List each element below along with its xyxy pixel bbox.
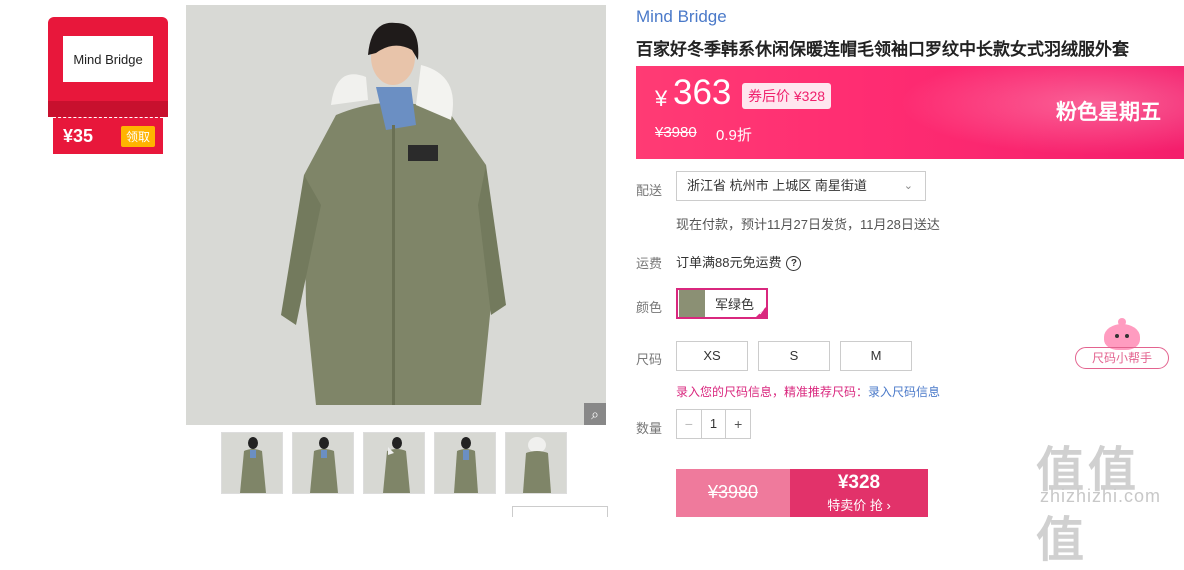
address-value: 浙江省 杭州市 上城区 南星街道 <box>687 178 867 193</box>
event-title: 粉色星期五 <box>1056 101 1161 124</box>
thumbnail[interactable] <box>505 432 567 494</box>
buy-label: 特卖价 抢 › <box>827 498 891 513</box>
original-price-block: ¥3980 <box>676 469 790 517</box>
size-helper-button[interactable]: 尺码小帮手 <box>1075 347 1169 369</box>
quantity-label: 数量 <box>636 421 663 436</box>
enter-size-link[interactable]: 录入尺码信息 <box>868 385 940 399</box>
delivery-estimate: 现在付款，预计11月27日发货，11月28日送达 <box>676 217 940 232</box>
buy-now-button[interactable]: ¥328 特卖价 抢 › <box>790 469 928 517</box>
thumbnail-strip <box>221 432 567 494</box>
delivery-label: 配送 <box>636 183 663 198</box>
discount-rate: 0.9折 <box>716 127 752 144</box>
claim-coupon-button[interactable]: 领取 <box>120 125 155 147</box>
thumbnail[interactable] <box>221 432 283 494</box>
address-select[interactable]: 浙江省 杭州市 上城区 南星街道 ⌄ <box>676 171 926 201</box>
increase-button[interactable]: + <box>726 410 750 438</box>
check-glyph: ✓ <box>758 307 766 317</box>
size-option-m[interactable]: M <box>840 341 912 371</box>
product-main-image[interactable]: ⌕ <box>186 5 606 425</box>
thumbnail[interactable] <box>292 432 354 494</box>
coupon-price-badge: 券后价 ¥328 <box>742 83 832 109</box>
current-price: 363 <box>673 73 732 112</box>
thumbnail[interactable] <box>434 432 496 494</box>
price-banner: ¥ 363 券后价 ¥328 ¥3980 0.9折 粉色星期五 <box>636 66 1184 159</box>
brand-link[interactable]: Mind Bridge <box>636 7 727 27</box>
decrease-button[interactable]: − <box>677 410 701 438</box>
color-option-army-green[interactable]: 军绿色 ✓ <box>676 288 768 319</box>
coupon-fold <box>48 101 168 117</box>
size-label: 尺码 <box>636 352 663 367</box>
buy-original-price: ¥3980 <box>707 482 759 502</box>
color-label: 颜色 <box>636 300 663 315</box>
original-price: ¥3980 <box>655 124 697 141</box>
mascot-eye <box>1115 334 1119 338</box>
quantity-stepper: − 1 + <box>676 409 751 439</box>
size-hint: 录入您的尺码信息，精准推荐尺码：录入尺码信息 <box>676 383 940 400</box>
size-option-xs[interactable]: XS <box>676 341 748 371</box>
color-name: 军绿色 <box>715 297 755 312</box>
share-box[interactable] <box>512 506 608 517</box>
watermark-site: zhizhizhi.com <box>1040 486 1162 506</box>
product-photo <box>186 5 606 425</box>
product-title: 百家好冬季韩系休闲保暖连帽毛领袖口罗纹中长款女式羽绒服外套 <box>636 40 1129 59</box>
zoom-icon[interactable]: ⌕ <box>584 403 606 425</box>
help-icon[interactable]: ? <box>786 256 802 272</box>
brand-logo: Mind Bridge <box>63 36 153 82</box>
coupon-amount: ¥35 <box>63 125 94 146</box>
store-coupon[interactable]: Mind Bridge ¥35 领取 <box>48 17 168 155</box>
buy-sale-price: ¥328 <box>837 472 881 493</box>
gallery-footer <box>186 506 608 517</box>
freight-info: 订单满88元免运费? <box>676 252 802 272</box>
thumbnail[interactable] <box>363 432 425 494</box>
size-hint-text: 录入您的尺码信息，精准推荐尺码： <box>676 385 869 399</box>
coupon-footer: ¥35 领取 <box>53 117 163 154</box>
freight-label: 运费 <box>636 256 663 271</box>
color-swatch <box>679 290 705 317</box>
quantity-input[interactable]: 1 <box>700 410 727 438</box>
chevron-down-icon: ⌄ <box>903 180 913 192</box>
freight-text: 订单满88元免运费 <box>676 255 782 270</box>
size-option-s[interactable]: S <box>758 341 830 371</box>
selected-check-icon: ✓ <box>754 305 768 319</box>
mascot-eye <box>1125 334 1129 338</box>
currency-symbol: ¥ <box>655 86 668 111</box>
